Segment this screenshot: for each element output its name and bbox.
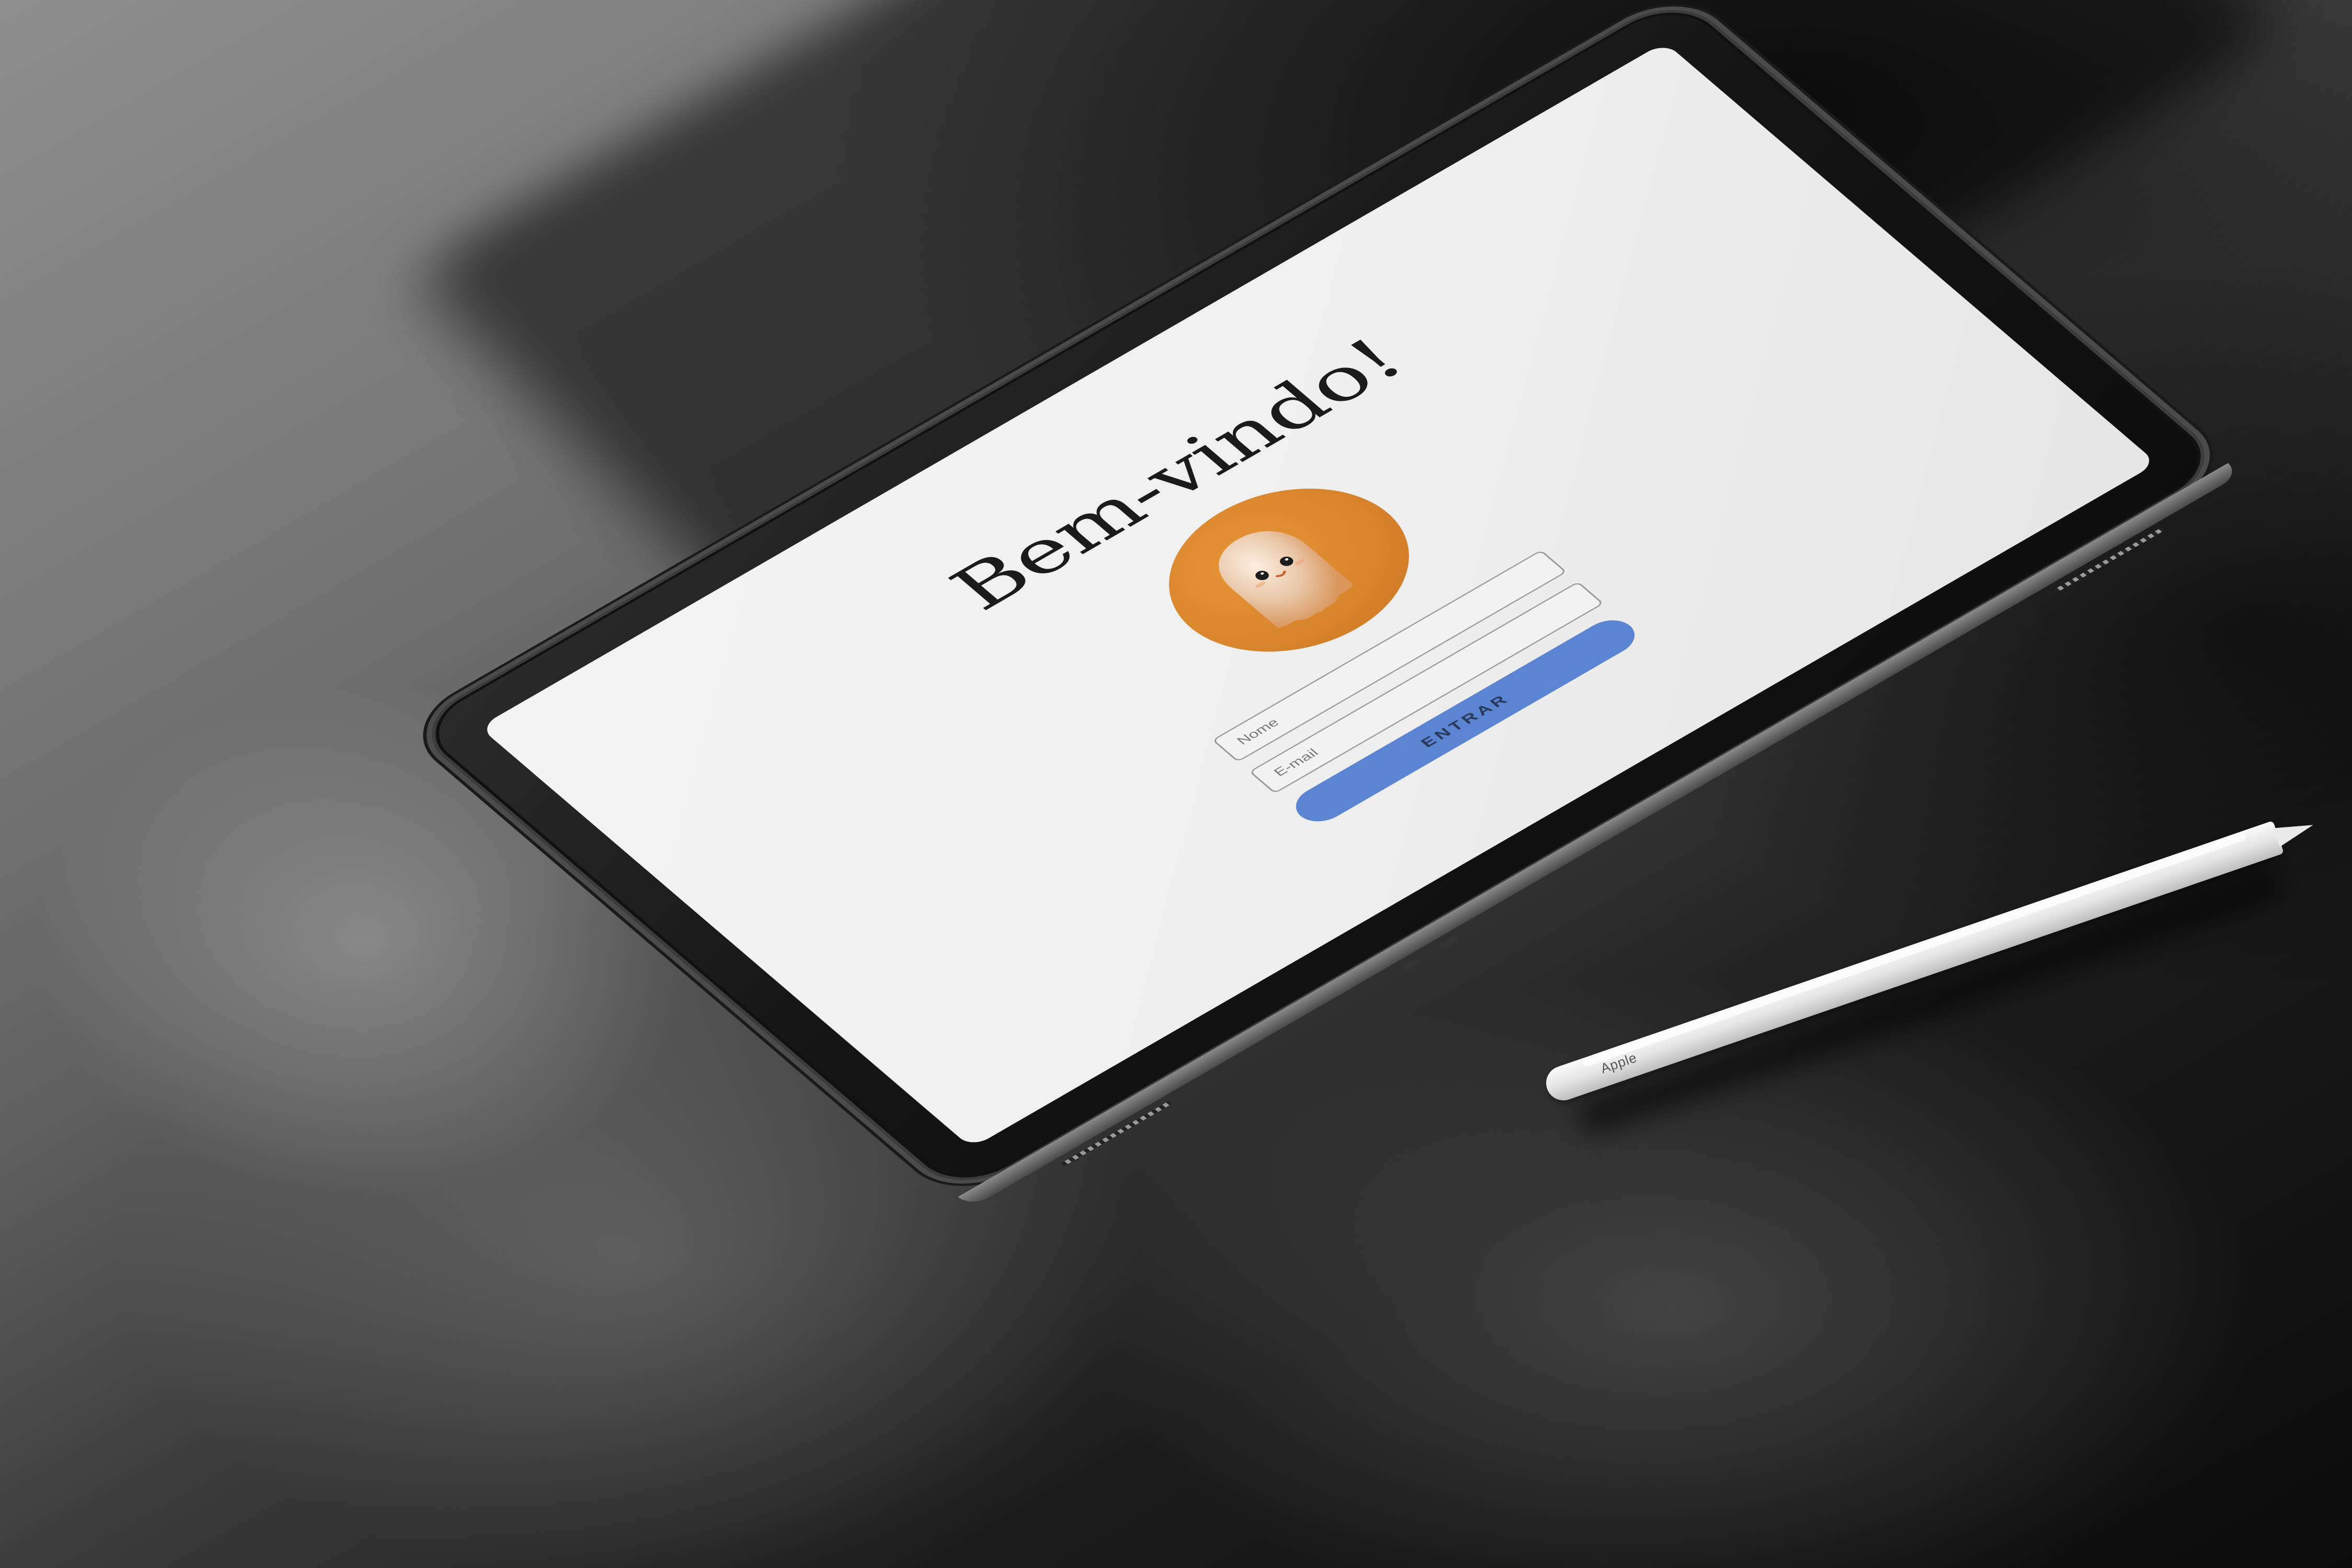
volume-button	[1437, 935, 1461, 950]
stylus-shadow	[1572, 862, 2287, 1139]
stylus-pencil: Apple	[1541, 815, 2316, 1105]
speaker-grille	[1060, 1101, 1172, 1167]
speaker-grille	[2053, 527, 2165, 593]
stylus-tip	[2273, 815, 2316, 847]
volume-button	[1399, 956, 1423, 972]
ghost-icon	[1218, 531, 1353, 628]
stylus-flat-side	[1582, 833, 2246, 1068]
